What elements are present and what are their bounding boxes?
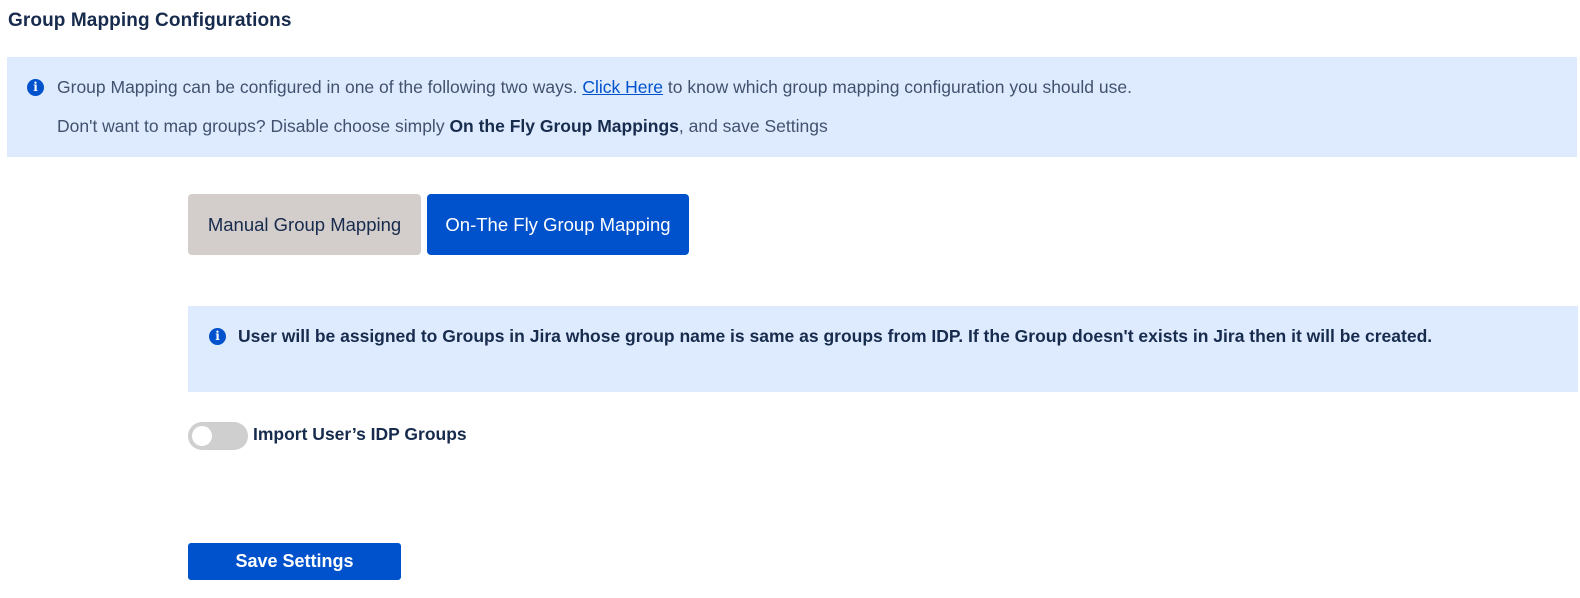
page-title: Group Mapping Configurations [8, 10, 292, 31]
tab-manual-group-mapping[interactable]: Manual Group Mapping [188, 194, 421, 255]
info-banner-line-2: Don't want to map groups? Disable choose… [57, 116, 828, 137]
info-banner-line-2-prefix: Don't want to map groups? Disable choose… [57, 116, 450, 136]
click-here-link[interactable]: Click Here [582, 77, 663, 97]
tab-on-the-fly-group-mapping-label: On-The Fly Group Mapping [445, 213, 671, 235]
on-the-fly-description-text: User will be assigned to Groups in Jira … [238, 326, 1433, 346]
save-settings-button-label: Save Settings [235, 551, 354, 571]
info-icon: i [27, 79, 44, 96]
tab-on-the-fly-group-mapping[interactable]: On-The Fly Group Mapping [427, 194, 689, 255]
info-banner-line-2-bold: On the Fly Group Mappings [449, 116, 679, 136]
import-idp-groups-label: Import User’s IDP Groups [253, 424, 467, 444]
import-idp-groups-toggle[interactable] [188, 422, 248, 450]
save-settings-button[interactable]: Save Settings [188, 543, 401, 580]
info-icon: i [209, 328, 226, 345]
info-banner-line-1-suffix: to know which group mapping configuratio… [663, 77, 1132, 97]
info-banner: i Group Mapping can be configured in one… [7, 57, 1577, 157]
info-banner-line-1-prefix: Group Mapping can be configured in one o… [57, 77, 583, 97]
toggle-knob [192, 426, 212, 446]
info-banner-line-2-suffix: , and save Settings [678, 116, 828, 136]
tab-manual-group-mapping-label: Manual Group Mapping [207, 213, 402, 235]
info-banner-line-1: Group Mapping can be configured in one o… [57, 77, 1132, 98]
on-the-fly-description: i User will be assigned to Groups in Jir… [188, 306, 1578, 392]
